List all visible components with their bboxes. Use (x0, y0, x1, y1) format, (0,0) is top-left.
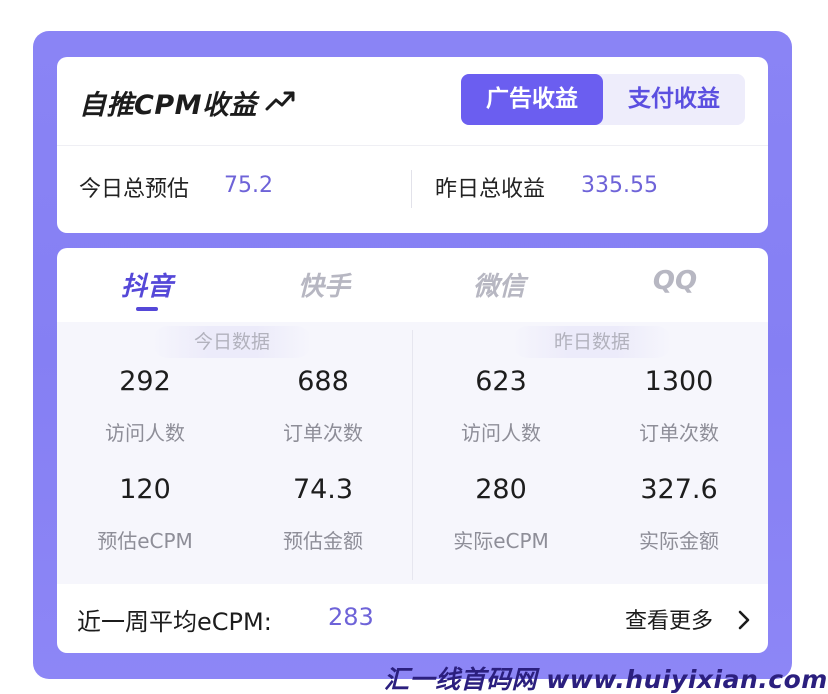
today-estimate-label: 今日总预估 (79, 177, 190, 202)
view-more-link[interactable]: 查看更多 (625, 603, 713, 635)
page: 自推CPM收益 广告收益 支付收益 今日总预估 75.2 昨日总收益 335.5… (0, 0, 828, 694)
today-amount-value: 74.3 (292, 474, 354, 505)
yesterday-visitors-label: 访问人数 (461, 421, 541, 445)
today-orders-label: 订单次数 (283, 421, 363, 445)
today-visitors-label: 访问人数 (105, 421, 185, 445)
weekly-ecpm-value: 283 (328, 603, 374, 631)
weekly-ecpm-label: 近一周平均eCPM: (77, 608, 272, 636)
chevron-right-icon[interactable] (737, 609, 751, 631)
today-amount-label: 预估金额 (283, 529, 363, 553)
trend-up-icon (265, 91, 295, 111)
tab-douyin[interactable]: 抖音 (87, 266, 207, 303)
active-tab-indicator (136, 307, 158, 311)
yesterday-revenue-value: 335.55 (581, 173, 658, 198)
summary-divider (57, 145, 768, 146)
yesterday-data-label: 昨日数据 (512, 326, 672, 358)
metrics-column-divider (412, 330, 413, 580)
revenue-type-toggle: 广告收益 支付收益 (461, 74, 745, 125)
summary-column-divider (411, 170, 412, 208)
yesterday-ecpm-label: 实际eCPM (453, 529, 549, 553)
yesterday-ecpm-value: 280 (475, 474, 527, 505)
metrics-grid: 今日数据 昨日数据 292 访问人数 688 订单次数 120 预估eCPM 7… (57, 322, 768, 584)
today-ecpm-label: 预估eCPM (97, 529, 193, 553)
today-ecpm-value: 120 (119, 474, 171, 505)
yesterday-amount-value: 327.6 (640, 474, 718, 505)
yesterday-orders-label: 订单次数 (639, 421, 719, 445)
yesterday-orders-value: 1300 (644, 366, 714, 397)
yesterday-revenue-label: 昨日总收益 (435, 177, 546, 202)
today-orders-value: 688 (297, 366, 349, 397)
today-data-label: 今日数据 (152, 326, 312, 358)
tab-wechat[interactable]: 微信 (439, 266, 559, 303)
today-visitors-value: 292 (119, 366, 171, 397)
payment-revenue-tab[interactable]: 支付收益 (603, 74, 745, 125)
tab-qq[interactable]: QQ (615, 266, 735, 296)
earnings-summary-card: 自推CPM收益 广告收益 支付收益 今日总预估 75.2 昨日总收益 335.5… (57, 57, 768, 233)
ad-revenue-tab[interactable]: 广告收益 (461, 74, 603, 125)
panel-title: 自推CPM收益 (79, 90, 257, 121)
today-estimate-value: 75.2 (224, 173, 273, 198)
yesterday-visitors-value: 623 (475, 366, 527, 397)
watermark-text: 汇一线首码网 www.huiyixian.com (384, 665, 828, 694)
platform-stats-card: 抖音 快手 微信 QQ 今日数据 昨日数据 292 访问人数 688 订单次数 … (57, 248, 768, 653)
tab-kuaishou[interactable]: 快手 (264, 266, 384, 303)
yesterday-amount-label: 实际金额 (639, 529, 719, 553)
